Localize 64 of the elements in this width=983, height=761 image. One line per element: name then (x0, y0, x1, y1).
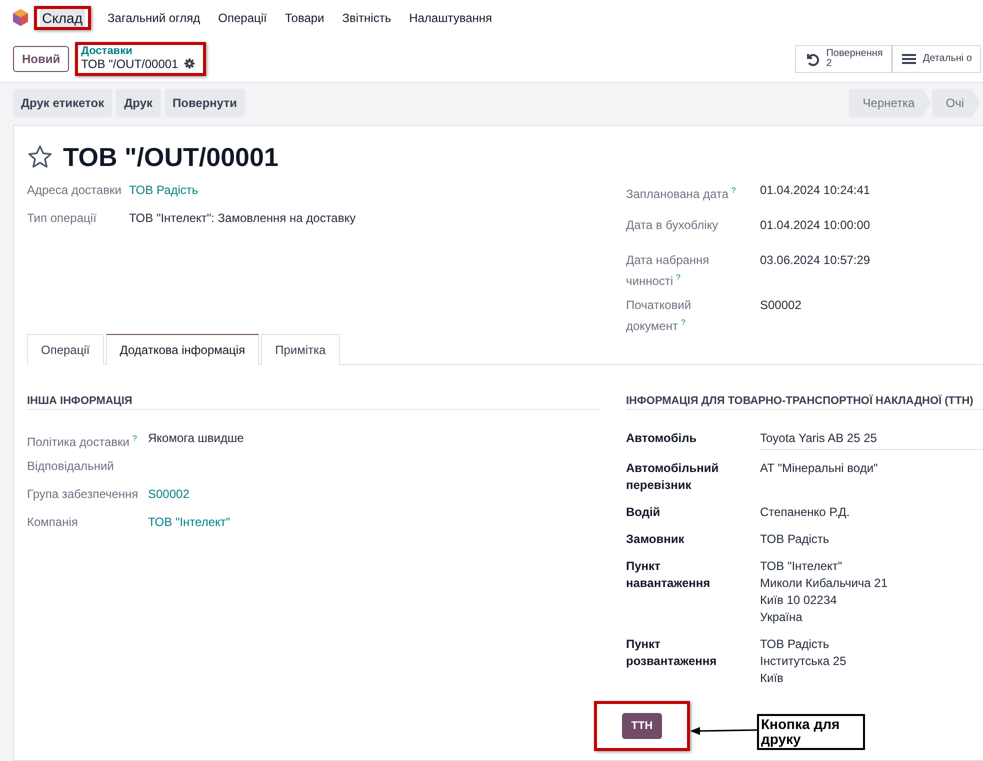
field-value: ТОВ "Інтелект": Замовлення на доставку (129, 210, 357, 227)
field-value: Інститутська 25 (760, 653, 848, 670)
field-label: Автомобільний перевізник (626, 460, 720, 494)
smart-button[interactable]: Детальні о (892, 44, 981, 72)
field-value: ТОВ Радість (760, 531, 830, 548)
app-logo-icon[interactable] (13, 9, 28, 26)
new-button[interactable]: Новий (13, 46, 70, 72)
field-value: 01.04.2024 10:00:00 (760, 217, 872, 234)
breadcrumb-link[interactable]: Доставки (81, 44, 196, 56)
status-step[interactable]: Чернетка (848, 89, 931, 117)
record-title: ТОВ "/OUT/00001 (63, 142, 278, 172)
field-label: Група забезпечення (27, 486, 140, 503)
field-value: ТОВ "Інтелект" (760, 558, 844, 575)
field-label: Пункт розвантаження (626, 636, 718, 670)
section-title: ІНФОРМАЦІЯ ДЛЯ ТОВАРНО-ТРАНСПОРТНОЇ НАКЛАДНОЇ (ТТН) (626, 395, 983, 410)
action-button[interactable]: Друк (116, 89, 160, 117)
field-value: Якомога швидше (148, 430, 245, 447)
star-icon[interactable] (27, 144, 53, 170)
field-label: Пункт навантаження (626, 558, 712, 592)
field-value: 03.06.2024 10:57:29 (760, 252, 872, 269)
field-value: Київ 10 02234 (760, 592, 838, 609)
field-value: Миколи Кибальчича 21 (760, 575, 889, 592)
menu-item[interactable]: Операції (218, 10, 267, 24)
action-button[interactable]: Друк етикеток (13, 89, 112, 117)
field-label: Водій (626, 504, 662, 521)
field-label: Тип операції (27, 210, 98, 227)
field-label: Дата в бухобліку (626, 217, 720, 234)
menu-item[interactable]: Загальний огляд (108, 10, 200, 24)
tab[interactable]: Примітка (261, 334, 340, 365)
field-value: ТОВ Радість (760, 636, 830, 653)
field-value: S00002 (760, 297, 802, 314)
app-name[interactable]: Склад (40, 8, 85, 26)
field-value: Київ (760, 670, 784, 687)
field-label: Замовник (626, 531, 686, 548)
field-link[interactable]: ТОВ Радість (129, 182, 600, 199)
field-label: Початковий документ $^{?}$ (626, 297, 692, 335)
action-button[interactable]: Повернути (164, 89, 245, 117)
field-link[interactable]: ТОВ "Інтелект" (148, 514, 600, 531)
field-label: Компанія (27, 514, 79, 531)
field-link[interactable]: S00002 (148, 486, 600, 503)
record-name: ТОВ "/OUT/00001 (81, 56, 178, 70)
field-value: 01.04.2024 10:24:41 (760, 182, 872, 199)
tab[interactable]: Додаткова інформація (106, 334, 260, 365)
menu-item[interactable]: Звітність (342, 10, 392, 24)
status-step[interactable]: Очі (932, 89, 980, 117)
field-label: Автомобіль (626, 430, 698, 447)
settings-icon[interactable] (184, 58, 196, 69)
smart-button[interactable]: Повернення 2 (795, 44, 892, 72)
callout-label: Кнопка для друку (757, 714, 865, 750)
section-title: ІНША ІНФОРМАЦІЯ (27, 395, 600, 410)
field-value: Україна (760, 609, 804, 626)
menu-item[interactable]: Налаштування (409, 10, 492, 24)
arrow-icon (690, 727, 758, 735)
menu-item[interactable]: Товари (284, 10, 324, 24)
tab[interactable]: Операції (27, 334, 104, 365)
field-label: Адреса доставки (27, 182, 122, 199)
field-label: Дата набрання чинності $^{?}$ (626, 252, 710, 290)
field-label: Запланована дата $^{?}$ (626, 185, 737, 203)
input-field[interactable]: Toyota Yaris AB 25 25 (760, 430, 983, 450)
ttn-button[interactable]: ТТН (622, 713, 662, 739)
field-label: Відповідальний (27, 458, 115, 475)
field-value: Степаненко Р.Д. (760, 504, 851, 521)
field-value: АТ "Мінеральні води" (760, 460, 879, 477)
field-label: Політика доставки $^{?}$ (27, 433, 138, 451)
